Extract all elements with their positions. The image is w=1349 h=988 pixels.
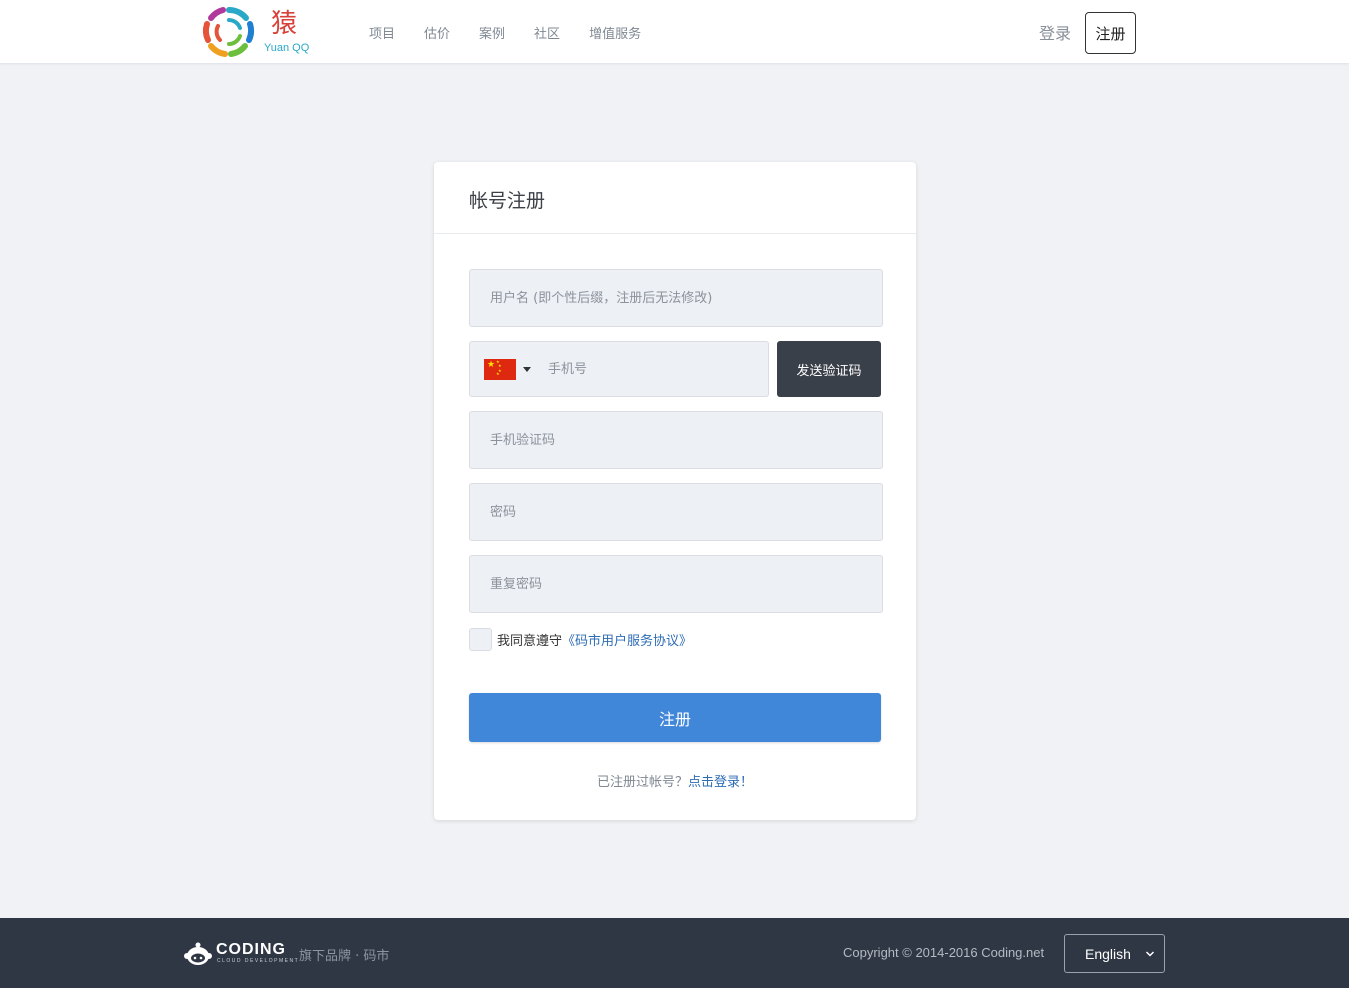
header-login-link[interactable]: 登录 — [1039, 20, 1071, 44]
login-hint: 已注册过帐号？点击登录！ — [434, 771, 916, 790]
top-header: 猿 Yuan QQ 项目 估价 案例 社区 增值服务 登录 注册 — [0, 0, 1349, 64]
repeat-password-input[interactable] — [469, 555, 883, 613]
language-label: English — [1085, 945, 1131, 962]
nav-item-cases[interactable]: 案例 — [479, 23, 505, 42]
nav-item-services[interactable]: 增值服务 — [589, 23, 641, 42]
phone-input[interactable] — [542, 342, 768, 396]
nav-item-projects[interactable]: 项目 — [369, 23, 395, 42]
nav-item-community[interactable]: 社区 — [534, 23, 560, 42]
coding-logo[interactable]: CODING CLOUD DEVELOPMENT — [184, 940, 298, 968]
coding-mascot-icon — [184, 942, 212, 965]
chevron-down-icon — [1145, 951, 1155, 957]
logo-subtitle: Yuan QQ — [264, 42, 310, 54]
login-link[interactable]: 点击登录！ — [688, 775, 753, 790]
coding-tagline: CLOUD DEVELOPMENT — [217, 958, 300, 964]
phone-field: ★ ★ ★ ★ ★ — [469, 341, 769, 397]
agreement-text: 我同意遵守 — [497, 633, 563, 649]
language-select[interactable]: English — [1064, 934, 1165, 973]
site-logo[interactable]: 猿 Yuan QQ — [200, 4, 320, 60]
caret-down-icon[interactable] — [523, 367, 531, 372]
card-title: 帐号注册 — [469, 190, 546, 212]
register-card: 帐号注册 ★ ★ ★ ★ ★ 发送验证码 我同意遵守 《码市用户服务协议》 注册… — [434, 162, 916, 820]
footer: CODING CLOUD DEVELOPMENT 旗下品牌 · 码市 Copyr… — [0, 918, 1349, 988]
copyright-text: Copyright © 2014-2016 Coding.net — [843, 945, 1045, 960]
send-code-button[interactable]: 发送验证码 — [777, 341, 881, 397]
agreement-row: 我同意遵守 《码市用户服务协议》 — [469, 627, 692, 651]
header-register-button[interactable]: 注册 — [1085, 12, 1136, 54]
sms-code-input[interactable] — [469, 411, 883, 469]
username-input[interactable] — [469, 269, 883, 327]
register-submit-button[interactable]: 注册 — [469, 693, 881, 742]
china-flag-icon[interactable]: ★ ★ ★ ★ ★ — [484, 359, 516, 380]
logo-glyph: 猿 — [271, 9, 298, 39]
brand-text: 旗下品牌 · 码市 — [299, 949, 390, 964]
agreement-checkbox[interactable] — [469, 627, 492, 651]
logo-swirl-icon — [202, 6, 255, 57]
nav-item-estimate[interactable]: 估价 — [424, 23, 450, 42]
main-nav: 项目 估价 案例 社区 增值服务 — [369, 0, 670, 64]
agreement-link[interactable]: 《码市用户服务协议》 — [562, 630, 692, 649]
card-divider — [434, 233, 916, 234]
password-input[interactable] — [469, 483, 883, 541]
coding-wordmark: CODING — [216, 941, 286, 958]
already-registered-text: 已注册过帐号？ — [596, 775, 688, 790]
